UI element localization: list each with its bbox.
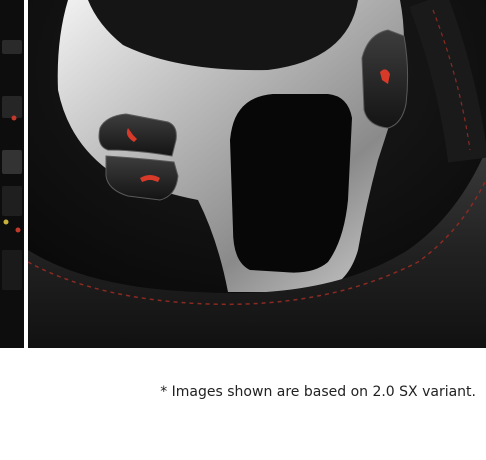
dashboard-side-graphic xyxy=(0,0,24,348)
steering-wheel-graphic xyxy=(28,0,486,348)
variant-disclaimer: * Images shown are based on 2.0 SX varia… xyxy=(160,384,476,400)
spoke-opening xyxy=(230,94,352,273)
steering-wheel-photo xyxy=(28,0,486,348)
page: * Images shown are based on 2.0 SX varia… xyxy=(0,0,486,460)
dashboard-side-photo xyxy=(0,0,24,348)
voice-command-button[interactable] xyxy=(361,29,409,129)
